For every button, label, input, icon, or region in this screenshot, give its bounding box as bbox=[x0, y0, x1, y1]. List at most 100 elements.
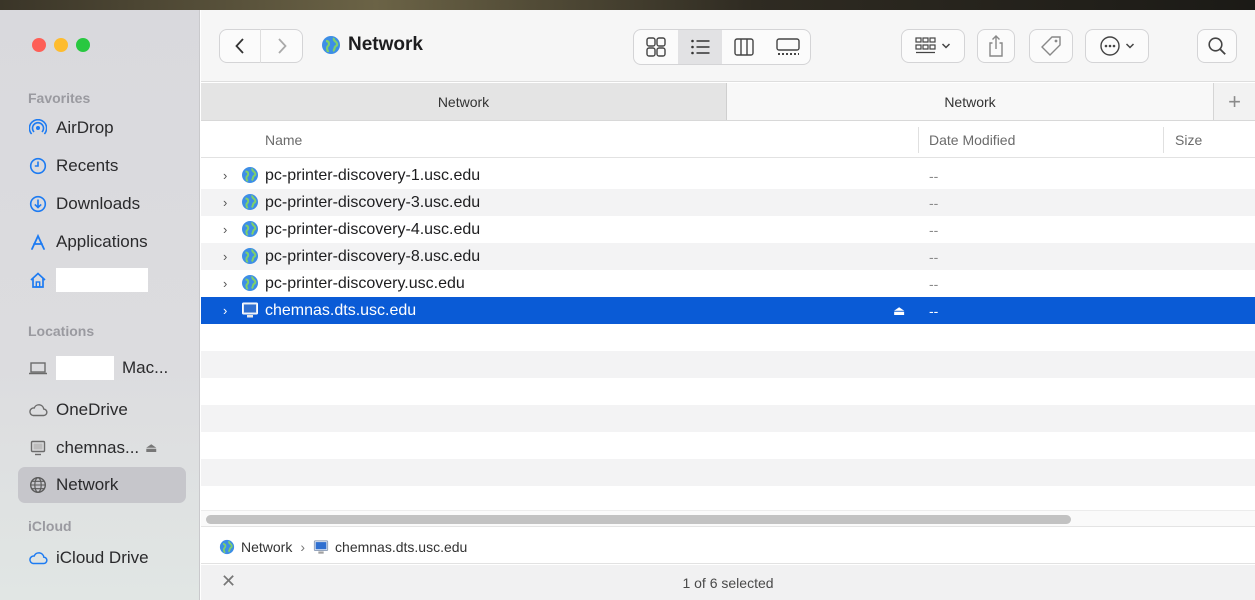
redacted-username bbox=[56, 268, 148, 292]
gallery-view-icon bbox=[776, 38, 800, 55]
search-button[interactable] bbox=[1197, 29, 1237, 63]
window-controls bbox=[32, 38, 90, 52]
empty-row bbox=[201, 378, 1255, 405]
row-date: -- bbox=[929, 194, 939, 211]
globe-icon bbox=[242, 221, 258, 237]
empty-row bbox=[201, 459, 1255, 486]
sidebar-item-applications[interactable]: Applications bbox=[18, 224, 186, 260]
tab-network-1[interactable]: Network bbox=[201, 83, 727, 120]
eject-icon[interactable]: ⏏ bbox=[145, 440, 157, 456]
disclosure-chevron-icon[interactable]: › bbox=[223, 303, 227, 318]
gallery-view-button[interactable] bbox=[766, 30, 810, 64]
sidebar-item-icloud-drive[interactable]: iCloud Drive bbox=[18, 540, 186, 576]
list-item-selected[interactable]: › chemnas.dts.usc.edu ⏏ -- bbox=[201, 297, 1255, 324]
tab-network-2[interactable]: Network bbox=[727, 83, 1213, 120]
column-header-date-modified[interactable]: Date Modified bbox=[929, 122, 1015, 158]
sidebar-item-label: Mac... bbox=[122, 358, 169, 377]
list-item[interactable]: › pc-printer-discovery-1.usc.edu -- bbox=[201, 162, 1255, 189]
locations-header: Locations bbox=[28, 323, 95, 339]
disclosure-chevron-icon[interactable]: › bbox=[223, 195, 227, 210]
sidebar-item-mac[interactable]: Mac... bbox=[18, 350, 186, 386]
empty-row bbox=[201, 405, 1255, 432]
column-view-button[interactable] bbox=[722, 30, 766, 64]
sidebar-item-label: Applications bbox=[56, 232, 148, 251]
icon-view-button[interactable] bbox=[634, 30, 678, 64]
column-divider[interactable] bbox=[1163, 127, 1164, 153]
list-item[interactable]: › pc-printer-discovery-8.usc.edu -- bbox=[201, 243, 1255, 270]
list-view-button[interactable] bbox=[678, 30, 722, 64]
sidebar-item-chemnas[interactable]: chemnas... ⏏ bbox=[18, 430, 186, 466]
sidebar: Favorites AirDrop Recents Downloads Appl… bbox=[0, 10, 200, 600]
row-date: -- bbox=[929, 275, 939, 292]
sidebar-item-label: OneDrive bbox=[56, 400, 128, 419]
column-divider[interactable] bbox=[918, 127, 919, 153]
path-leaf[interactable]: chemnas.dts.usc.edu bbox=[335, 539, 467, 555]
window-title-text: Network bbox=[348, 34, 423, 55]
empty-row bbox=[201, 432, 1255, 459]
disclosure-chevron-icon[interactable]: › bbox=[223, 168, 227, 183]
new-tab-button[interactable]: + bbox=[1213, 83, 1255, 120]
disclosure-chevron-icon[interactable]: › bbox=[223, 222, 227, 237]
sidebar-item-downloads[interactable]: Downloads bbox=[18, 186, 186, 222]
row-name: chemnas.dts.usc.edu bbox=[265, 301, 417, 319]
globe-icon bbox=[219, 539, 235, 555]
disclosure-chevron-icon[interactable]: › bbox=[223, 276, 227, 291]
ellipsis-circle-icon bbox=[1100, 36, 1120, 56]
list-item[interactable]: › pc-printer-discovery-4.usc.edu -- bbox=[201, 216, 1255, 243]
sidebar-item-label: iCloud Drive bbox=[56, 548, 149, 567]
sidebar-item-airdrop[interactable]: AirDrop bbox=[18, 110, 186, 146]
eject-icon[interactable]: ⏏ bbox=[893, 303, 905, 319]
disclosure-chevron-icon[interactable]: › bbox=[223, 249, 227, 264]
tag-icon bbox=[1041, 36, 1061, 56]
horizontal-scrollbar[interactable] bbox=[201, 510, 1255, 527]
globe-icon bbox=[242, 248, 258, 264]
empty-row bbox=[201, 324, 1255, 351]
server-icon bbox=[313, 539, 329, 555]
view-mode-switcher bbox=[633, 29, 811, 65]
column-header-name[interactable]: Name bbox=[265, 122, 302, 158]
cloud-icon bbox=[28, 400, 48, 420]
column-header-size[interactable]: Size bbox=[1175, 122, 1202, 158]
tag-button[interactable] bbox=[1029, 29, 1073, 63]
share-icon bbox=[989, 35, 1003, 57]
finder-window: Favorites AirDrop Recents Downloads Appl… bbox=[0, 10, 1255, 600]
redacted-computer-name bbox=[56, 356, 114, 380]
column-view-icon bbox=[734, 38, 754, 56]
empty-row bbox=[201, 351, 1255, 378]
globe-icon bbox=[242, 167, 258, 183]
nav-buttons bbox=[219, 29, 303, 63]
share-button[interactable] bbox=[977, 29, 1015, 63]
sidebar-item-recents[interactable]: Recents bbox=[18, 148, 186, 184]
list-item[interactable]: › pc-printer-discovery-3.usc.edu -- bbox=[201, 189, 1255, 216]
forward-button[interactable] bbox=[261, 29, 302, 63]
list-item[interactable]: › pc-printer-discovery.usc.edu -- bbox=[201, 270, 1255, 297]
row-name: pc-printer-discovery-8.usc.edu bbox=[265, 247, 481, 265]
server-icon bbox=[28, 438, 48, 458]
chevron-down-icon bbox=[941, 43, 951, 49]
close-icon[interactable]: ✕ bbox=[221, 571, 236, 592]
zoom-window-button[interactable] bbox=[76, 38, 90, 52]
scrollbar-thumb[interactable] bbox=[206, 515, 1071, 524]
sidebar-item-home[interactable] bbox=[18, 262, 186, 298]
more-actions-button[interactable] bbox=[1085, 29, 1149, 63]
minimize-window-button[interactable] bbox=[54, 38, 68, 52]
column-headers: Name Date Modified Size bbox=[201, 122, 1255, 158]
download-icon bbox=[28, 194, 48, 214]
back-button[interactable] bbox=[220, 29, 262, 63]
close-window-button[interactable] bbox=[32, 38, 46, 52]
cloud-icon bbox=[28, 548, 48, 568]
path-root[interactable]: Network bbox=[241, 539, 292, 555]
sidebar-item-network[interactable]: Network bbox=[18, 467, 186, 503]
sidebar-item-onedrive[interactable]: OneDrive bbox=[18, 392, 186, 428]
globe-icon bbox=[242, 194, 258, 210]
search-icon bbox=[1208, 37, 1226, 55]
home-icon bbox=[28, 270, 48, 290]
applications-icon bbox=[28, 232, 48, 252]
row-date: -- bbox=[929, 248, 939, 265]
sidebar-item-label: AirDrop bbox=[56, 118, 114, 137]
row-name: pc-printer-discovery-3.usc.edu bbox=[265, 193, 481, 211]
group-by-button[interactable] bbox=[901, 29, 965, 63]
chevron-down-icon bbox=[1125, 43, 1135, 49]
desktop-background-strip bbox=[0, 0, 1255, 10]
tab-bar: Network Network + bbox=[201, 83, 1255, 121]
